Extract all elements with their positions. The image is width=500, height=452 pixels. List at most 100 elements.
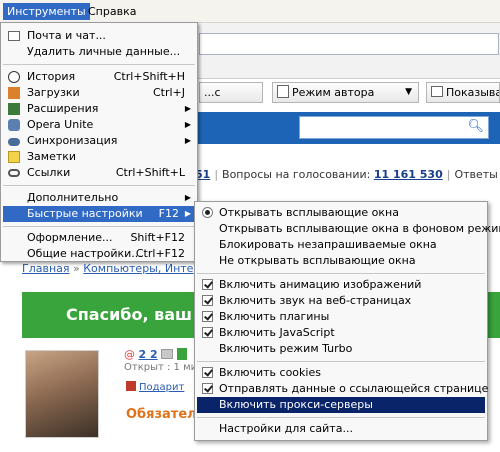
menu-item-label: Почта и чат...	[27, 29, 106, 42]
menu-separator	[3, 185, 195, 186]
submenu-item-referrer[interactable]: Отправлять данные о ссылающейся странице	[197, 381, 489, 397]
search-icon[interactable]: 🔍︎	[467, 119, 484, 134]
menu-bar: Инструменты Справка	[0, 0, 500, 23]
menu-item-quick-preferences[interactable]: Быстрые настройки F12 ▶	[3, 206, 195, 222]
menu-item-mail-chat[interactable]: Почта и чат...	[3, 28, 195, 44]
submenu-item-site-preferences[interactable]: Настройки для сайта...	[197, 421, 485, 437]
submenu-item-plugins[interactable]: Включить плагины	[197, 309, 485, 325]
submenu-arrow-icon: ▶	[184, 136, 191, 145]
submenu-item-sound[interactable]: Включить звук на веб-страницах	[197, 293, 485, 309]
breadcrumb-home[interactable]: Главная	[22, 262, 70, 275]
toolbar-button-partial[interactable]: ...с	[199, 82, 263, 103]
submenu-item-label: Открывать всплывающие окна	[219, 206, 399, 219]
menu-item-opera-unite[interactable]: Opera Unite ▶	[3, 117, 195, 133]
checkbox-checked-icon	[202, 327, 213, 338]
answers-label[interactable]: Ответы	[454, 168, 497, 181]
radio-selected-icon	[202, 207, 213, 218]
menu-item-shortcut: Shift+F12	[130, 231, 185, 244]
address-bar[interactable]	[199, 33, 499, 55]
quick-preferences-submenu: Открывать всплывающие окна Открывать всп…	[194, 201, 500, 441]
menu-item-label: Заметки	[27, 150, 77, 163]
checkbox-checked-icon	[202, 311, 213, 322]
submenu-item-label: Включить JavaScript	[219, 326, 335, 339]
site-search-input[interactable]: 🔍︎	[299, 116, 489, 139]
menu-item-label: Загрузки	[27, 86, 80, 99]
menu-item-shortcut: Ctrl+F12	[135, 247, 185, 260]
gift-icon	[126, 381, 136, 391]
submenu-item-label: Включить прокси-серверы	[219, 398, 373, 411]
show-button-label: Показыва	[446, 86, 500, 99]
author-mode-label: Режим автора	[292, 86, 375, 99]
question-count[interactable]: 2 2	[139, 348, 158, 361]
unite-icon	[8, 119, 20, 131]
site-stats: 51 | Вопросы на голосовании: 11 161 530 | От…	[195, 168, 500, 188]
question-meta: @ 2 2	[124, 348, 187, 361]
window-icon	[431, 86, 443, 97]
voting-value[interactable]: 11 161 530	[374, 168, 443, 181]
menu-item-label: История	[27, 70, 76, 83]
separator: |	[446, 168, 451, 181]
submenu-arrow-icon: ▶	[184, 120, 191, 129]
menu-item-links[interactable]: Ссылки Ctrl+Shift+L	[3, 165, 195, 181]
menu-separator	[3, 64, 195, 65]
menu-tools[interactable]: Инструменты	[3, 3, 90, 20]
status-badge	[176, 348, 187, 360]
checkbox-checked-icon	[202, 383, 213, 394]
note-icon	[8, 151, 20, 163]
submenu-item-label: Включить cookies	[219, 366, 321, 379]
submenu-item-animation[interactable]: Включить анимацию изображений	[197, 277, 485, 293]
gift-link[interactable]: Подарит	[139, 382, 184, 393]
menu-separator	[3, 226, 195, 227]
submenu-item-turbo[interactable]: Включить режим Turbo	[197, 341, 485, 357]
submenu-arrow-icon: ▶	[184, 209, 191, 218]
menu-item-appearance[interactable]: Оформление... Shift+F12	[3, 230, 195, 246]
menu-item-history[interactable]: История Ctrl+Shift+H	[3, 69, 195, 85]
submenu-item-cookies[interactable]: Включить cookies	[197, 365, 485, 381]
cloud-icon	[8, 138, 20, 146]
menu-item-preferences[interactable]: Общие настройки... Ctrl+F12	[3, 246, 195, 262]
author-mode-button[interactable]: Режим автора ▼	[272, 82, 419, 103]
submenu-item-popups-background[interactable]: Открывать всплывающие окна в фоновом реж…	[197, 221, 500, 237]
separator: |	[214, 168, 219, 181]
submenu-item-popups-open[interactable]: Открывать всплывающие окна	[197, 205, 485, 221]
menu-item-sync[interactable]: Синхронизация ▶	[3, 133, 195, 149]
menu-item-delete-private-data[interactable]: Удалить личные данные...	[3, 44, 195, 60]
menu-item-extensions[interactable]: Расширения ▶	[3, 101, 195, 117]
menu-item-label: Синхронизация	[27, 134, 118, 147]
submenu-item-popups-block-all[interactable]: Не открывать всплывающие окна	[197, 253, 485, 269]
submenu-arrow-icon: ▶	[184, 104, 191, 113]
menu-item-label: Быстрые настройки	[27, 207, 143, 220]
menu-item-label: Удалить личные данные...	[27, 45, 181, 58]
menu-help[interactable]: Справка	[84, 3, 140, 20]
submenu-item-label: Отправлять данные о ссылающейся странице	[219, 382, 489, 395]
puzzle-icon	[8, 103, 20, 115]
link-icon	[8, 169, 20, 177]
dropdown-icon: ▼	[405, 87, 412, 97]
submenu-item-javascript[interactable]: Включить JavaScript	[197, 325, 485, 341]
submenu-arrow-icon: ▶	[184, 193, 191, 202]
submenu-separator	[197, 273, 485, 274]
submenu-item-label: Включить плагины	[219, 310, 330, 323]
checkbox-checked-icon	[202, 367, 213, 378]
checkbox-checked-icon	[202, 295, 213, 306]
submenu-item-label: Не открывать всплывающие окна	[219, 254, 416, 267]
breadcrumb-arrow: »	[73, 262, 80, 275]
avatar[interactable]	[25, 350, 99, 438]
submenu-item-label: Включить режим Turbo	[219, 342, 353, 355]
menu-item-shortcut: Ctrl+Shift+L	[115, 166, 185, 179]
menu-item-downloads[interactable]: Загрузки Ctrl+J	[3, 85, 195, 101]
breadcrumb: Главная » Компьютеры, Интернет	[22, 262, 221, 275]
submenu-item-label: Настройки для сайта...	[219, 422, 353, 435]
page-icon	[277, 85, 289, 98]
show-button[interactable]: Показыва	[426, 82, 500, 103]
menu-item-shortcut: F12	[158, 207, 179, 220]
menu-item-additional[interactable]: Дополнительно ▶	[3, 190, 195, 206]
submenu-item-popups-block-unrequested[interactable]: Блокировать незапрашиваемые окна	[197, 237, 485, 253]
menu-item-label: Оформление...	[27, 231, 113, 244]
menu-item-notes[interactable]: Заметки	[3, 149, 195, 165]
tools-menu: Почта и чат... Удалить личные данные... …	[0, 22, 198, 262]
menu-item-label: Дополнительно	[27, 191, 119, 204]
submenu-item-proxy[interactable]: Включить прокси-серверы	[197, 397, 485, 413]
checkbox-checked-icon	[202, 279, 213, 290]
submenu-item-label: Блокировать незапрашиваемые окна	[219, 238, 437, 251]
